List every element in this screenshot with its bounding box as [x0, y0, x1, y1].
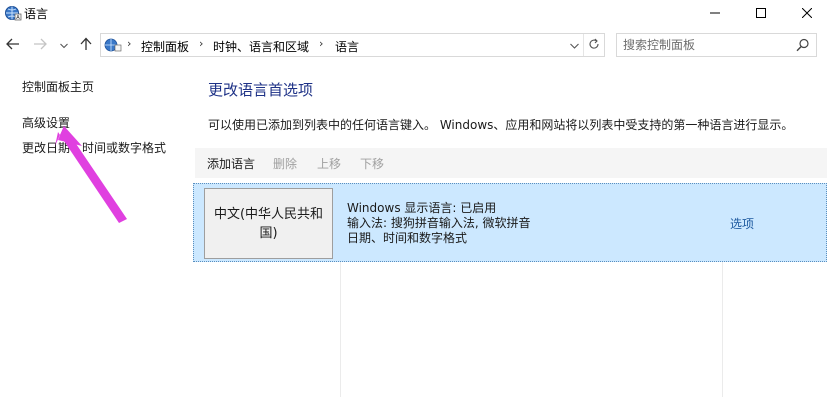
breadcrumb-clock-language-region[interactable]: 时钟、语言和区域 — [213, 38, 309, 55]
remove-button[interactable]: 删除 — [273, 155, 297, 172]
language-toolbar: 添加语言 删除 上移 下移 — [195, 148, 827, 178]
title-bar: A 语言 — [0, 0, 827, 27]
forward-button[interactable] — [30, 34, 50, 56]
sidebar-link-control-panel-home[interactable]: 控制面板主页 — [22, 78, 94, 95]
maximize-button[interactable] — [738, 0, 784, 27]
navigation-bar: › 控制面板 › 时钟、语言和区域 › 语言 — [0, 31, 827, 59]
sidebar-link-advanced-settings[interactable]: 高级设置 — [22, 114, 70, 131]
date-time-number-formats: 日期、时间和数字格式 — [347, 231, 468, 245]
arrow-left-icon — [6, 38, 20, 53]
display-language-status: Windows 显示语言: 已启用 — [347, 201, 497, 215]
close-icon — [801, 7, 813, 21]
maximize-icon — [756, 7, 766, 21]
input-methods: 输入法: 搜狗拼音输入法, 微软拼音 — [347, 216, 531, 230]
search-input[interactable] — [623, 37, 783, 53]
globe-language-icon: A — [4, 4, 22, 22]
language-options-link[interactable]: 选项 — [730, 215, 754, 232]
svg-text:A: A — [16, 15, 20, 21]
page-title: 更改语言首选项 — [208, 81, 314, 99]
move-up-button[interactable]: 上移 — [317, 155, 341, 172]
back-button[interactable] — [3, 34, 23, 56]
recent-locations-button[interactable] — [58, 34, 70, 56]
control-panel-icon — [103, 36, 123, 54]
address-history-button[interactable] — [565, 34, 583, 56]
breadcrumb-control-panel[interactable]: 控制面板 — [141, 38, 189, 55]
language-list: 中文(中华人民共和国) Windows 显示语言: 已启用 输入法: 搜狗拼音输… — [193, 183, 827, 397]
language-row[interactable]: 中文(中华人民共和国) Windows 显示语言: 已启用 输入法: 搜狗拼音输… — [193, 183, 827, 262]
chevron-down-icon — [569, 38, 579, 52]
minimize-icon — [710, 7, 720, 21]
arrow-up-icon — [80, 37, 92, 54]
move-down-button[interactable]: 下移 — [360, 155, 384, 172]
language-info: Windows 显示语言: 已启用 输入法: 搜狗拼音输入法, 微软拼音 日期、… — [347, 201, 531, 246]
language-name: 中文(中华人民共和国) — [213, 206, 324, 241]
address-bar[interactable]: › 控制面板 › 时钟、语言和区域 › 语言 — [100, 33, 605, 57]
sidebar-link-change-date-time-format[interactable]: 更改日期、时间或数字格式 — [22, 139, 166, 156]
breadcrumb-separator: › — [199, 37, 204, 50]
chevron-down-icon — [60, 38, 68, 52]
up-button[interactable] — [76, 34, 96, 56]
search-icon[interactable] — [796, 38, 810, 52]
minimize-button[interactable] — [692, 0, 738, 27]
breadcrumb-language[interactable]: 语言 — [335, 38, 359, 55]
breadcrumb-separator: › — [127, 37, 132, 50]
page-description: 可以使用已添加到列表中的任何语言键入。 Windows、应用和网站将以列表中受支… — [208, 118, 794, 132]
breadcrumb-separator: › — [319, 37, 324, 50]
language-tile[interactable]: 中文(中华人民共和国) — [204, 188, 333, 259]
refresh-button[interactable] — [583, 34, 603, 56]
arrow-right-icon — [33, 38, 47, 53]
refresh-icon — [588, 38, 600, 53]
window-title: 语言 — [24, 7, 49, 21]
add-language-button[interactable]: 添加语言 — [207, 155, 255, 172]
search-box[interactable] — [616, 33, 817, 57]
close-button[interactable] — [784, 0, 827, 27]
